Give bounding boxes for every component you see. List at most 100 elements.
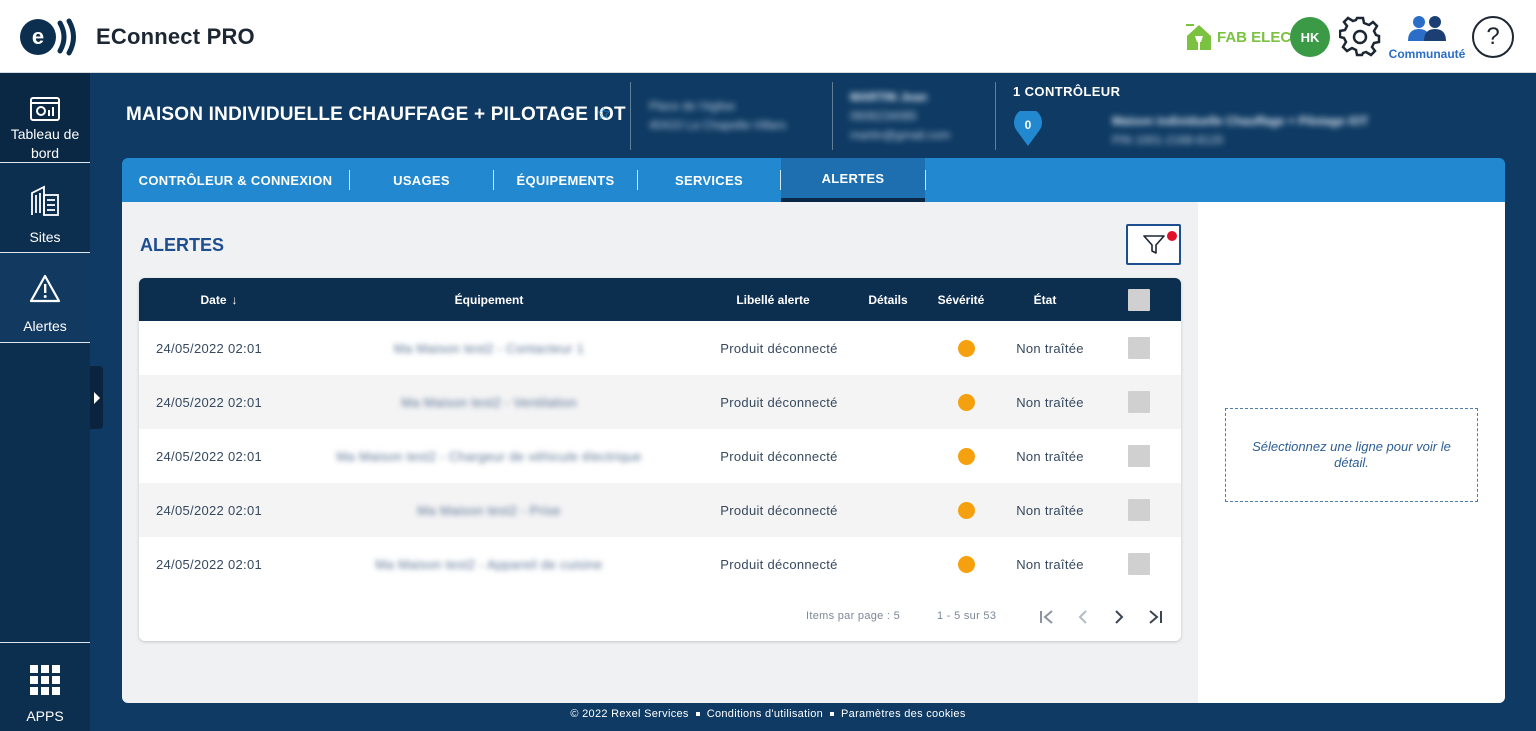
sidebar-item-label: Tableau de bord xyxy=(10,126,80,161)
app-title: EConnect PRO xyxy=(96,24,255,49)
section-tabs: CONTRÔLEUR & CONNEXION USAGES ÉQUIPEMENT… xyxy=(122,158,1505,202)
dashboard-icon xyxy=(30,97,60,121)
severity-indicator xyxy=(957,321,975,375)
row-checkbox[interactable] xyxy=(1128,375,1150,429)
building-icon xyxy=(31,185,59,216)
first-page-icon[interactable] xyxy=(1039,609,1055,625)
row-alert-label: Produit déconnecté xyxy=(720,340,838,356)
sidebar-item-alerts[interactable]: Alertes xyxy=(0,253,90,343)
previous-page-icon[interactable] xyxy=(1075,609,1091,625)
pin-count: 0 xyxy=(1024,118,1032,132)
favorite-star-icon[interactable]: ☆ xyxy=(596,104,611,124)
controller-count: 1 CONTRÔLEUR xyxy=(1013,84,1121,99)
severity-indicator xyxy=(957,483,975,537)
tab-equipments[interactable]: ÉQUIPEMENTS xyxy=(494,158,637,202)
row-date: 24/05/2022 02:01 xyxy=(156,340,263,356)
user-avatar[interactable]: HK xyxy=(1290,17,1330,57)
column-header-details: Détails xyxy=(868,292,908,307)
apps-grid-icon xyxy=(30,665,60,695)
page-title: ALERTES xyxy=(140,235,225,255)
project-title: MAISON INDIVIDUELLE CHAUFFAGE + PILOTAGE… xyxy=(126,104,626,125)
controller-pin-marker[interactable]: 0 xyxy=(1013,108,1043,147)
row-checkbox[interactable] xyxy=(1128,321,1150,375)
row-checkbox[interactable] xyxy=(1128,483,1150,537)
row-equipment: Ma Maison test2 - Prise xyxy=(417,502,561,518)
sidebar-item-sites[interactable]: Sites xyxy=(0,163,90,253)
footer-separator xyxy=(830,712,835,717)
table-row[interactable]: 24/05/2022 02:01 Ma Maison test2 - Appar… xyxy=(139,537,1181,591)
row-state: Non traîtée xyxy=(1016,448,1084,464)
footer-terms-link[interactable]: Conditions d'utilisation xyxy=(707,708,823,720)
column-header-label: Date xyxy=(200,292,227,307)
row-checkbox[interactable] xyxy=(1128,429,1150,483)
tab-services[interactable]: SERVICES xyxy=(638,158,780,202)
footer: © 2022 Rexel Services Conditions d'utilis… xyxy=(0,708,1536,720)
chevron-right-icon xyxy=(93,391,100,404)
column-header-state: État xyxy=(1033,292,1057,307)
sidebar-expand-button[interactable] xyxy=(90,366,103,429)
sidebar: Tableau de bord Sites Alertes APPS xyxy=(0,73,90,731)
alerts-table: Date ↓ Équipement Libellé alerte Détails… xyxy=(139,278,1181,641)
severity-dot xyxy=(957,501,975,519)
sidebar-item-dashboard[interactable]: Tableau de bord xyxy=(0,73,90,163)
tab-controller-connection[interactable]: CONTRÔLEUR & CONNEXION xyxy=(122,158,349,202)
severity-indicator xyxy=(957,375,975,429)
column-header-severity: Sévérité xyxy=(937,292,985,307)
checkbox-box xyxy=(1128,445,1150,467)
filter-button[interactable] xyxy=(1126,224,1181,265)
row-date: 24/05/2022 02:01 xyxy=(156,448,263,464)
table-row[interactable]: 24/05/2022 02:01 Ma Maison test2 - Venti… xyxy=(139,375,1181,429)
settings-gear-icon[interactable] xyxy=(1339,16,1381,58)
checkbox-box xyxy=(1128,391,1150,413)
row-equipment: Ma Maison test2 - Appareil de cuisine xyxy=(375,556,603,572)
row-state: Non traîtée xyxy=(1016,394,1084,410)
row-equipment: Ma Maison test2 - Contacteur 1 xyxy=(393,340,585,356)
help-icon[interactable]: ? xyxy=(1472,16,1514,58)
row-alert-label: Produit déconnecté xyxy=(720,556,838,572)
row-equipment: Ma Maison test2 - Chargeur de véhicule é… xyxy=(336,448,642,464)
table-row[interactable]: 24/05/2022 02:01 Ma Maison test2 - Charg… xyxy=(139,429,1181,483)
econnect-logo-icon[interactable]: e xyxy=(18,17,78,57)
row-checkbox[interactable] xyxy=(1128,537,1150,591)
row-date: 24/05/2022 02:01 xyxy=(156,502,263,518)
select-all-checkbox[interactable] xyxy=(1128,278,1150,321)
owner-phone: 0606234085 xyxy=(850,109,917,123)
community-label: Communauté xyxy=(1388,47,1466,61)
next-page-icon[interactable] xyxy=(1111,609,1127,625)
footer-copyright: © 2022 Rexel Services xyxy=(570,708,689,720)
table-row[interactable]: 24/05/2022 02:01 Ma Maison test2 - Conta… xyxy=(139,321,1181,375)
checkbox-box xyxy=(1128,499,1150,521)
tab-separator xyxy=(925,170,926,190)
fab-elec-link[interactable]: FAB ELEC xyxy=(1184,20,1291,54)
column-header-date[interactable]: Date ↓ xyxy=(179,278,259,321)
severity-dot xyxy=(957,555,975,573)
filter-funnel-icon xyxy=(1142,234,1165,254)
detail-placeholder: Sélectionnez une ligne pour voir le déta… xyxy=(1225,408,1478,502)
house-plug-icon xyxy=(1186,24,1211,50)
tab-alerts[interactable]: ALERTES xyxy=(781,158,925,202)
column-header-label: Libellé alerte xyxy=(736,292,810,307)
row-date: 24/05/2022 02:01 xyxy=(156,556,263,572)
items-per-page[interactable]: Items par page : 5 xyxy=(806,610,900,622)
row-alert-label: Produit déconnecté xyxy=(720,448,838,464)
sidebar-item-label: Sites xyxy=(29,229,61,245)
filter-active-badge xyxy=(1167,231,1177,241)
project-owner: MARTIN Jean 0606234085 martin@gmail.com xyxy=(850,88,950,145)
footer-cookies-link[interactable]: Paramètres des cookies xyxy=(841,708,966,720)
table-row[interactable]: 24/05/2022 02:01 Ma Maison test2 - Prise… xyxy=(139,483,1181,537)
header-divider xyxy=(995,82,996,150)
table-header: Date ↓ Équipement Libellé alerte Détails… xyxy=(139,278,1181,321)
tab-usages[interactable]: USAGES xyxy=(350,158,493,202)
community-users-icon xyxy=(1408,16,1446,41)
community-link[interactable]: Communauté xyxy=(1384,14,1470,61)
row-equipment: Ma Maison test2 - Ventilation xyxy=(401,394,577,410)
checkbox-box xyxy=(1128,337,1150,359)
row-date: 24/05/2022 02:01 xyxy=(156,394,263,410)
fab-elec-label: FAB ELEC xyxy=(1217,28,1292,46)
severity-dot xyxy=(957,393,975,411)
row-state: Non traîtée xyxy=(1016,556,1084,572)
row-state: Non traîtée xyxy=(1016,502,1084,518)
row-state: Non traîtée xyxy=(1016,340,1084,356)
address-line: 40410 La Chapelle-Villars xyxy=(649,118,787,132)
last-page-icon[interactable] xyxy=(1147,609,1163,625)
